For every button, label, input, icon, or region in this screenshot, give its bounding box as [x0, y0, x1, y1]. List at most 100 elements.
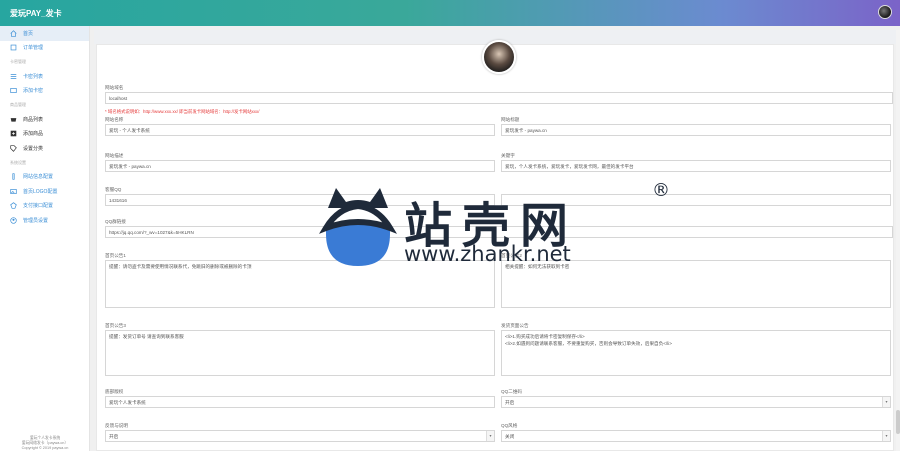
right-blank-label [501, 185, 891, 194]
footer-copyright-label: 底部版权 [105, 389, 124, 394]
delivery-notice-field: 发货页面公告 <li>1.购买成功后请将卡密复制保存</li> <li>2.如遇… [501, 321, 891, 376]
plus-icon [10, 130, 17, 137]
site-desc-input[interactable]: 爱玩发卡 - paywa.cn [105, 160, 495, 172]
site-title-label: 网站标题 [501, 117, 520, 122]
profile-avatar [482, 40, 516, 74]
brand-title[interactable]: 爱玩PAY_发卡 [10, 8, 62, 19]
sidebar-item-label: 网站信息配置 [23, 174, 54, 181]
sidebar-item[interactable]: 支付接口配置 [0, 199, 89, 214]
delivery-notice-label: 发货页面公告 [501, 323, 529, 328]
copy-switch-select[interactable]: 开启 ▾ [105, 430, 495, 442]
list-icon [10, 73, 17, 80]
copy-switch-value: 开启 [109, 434, 119, 439]
group-link-field: QQ群链接 https://jq.qq.com/?_wv=1027&k=5HKL… [105, 217, 893, 238]
pay-icon [10, 202, 17, 209]
sidebar-section-heading: 商品管理 [0, 98, 89, 112]
main-content: 网站域名 localhost * 域名格式说明如：http://www.xxx.… [94, 30, 896, 451]
qq-style-label: QQ风格 [501, 423, 518, 428]
top-navbar: 爱玩PAY_发卡 [0, 0, 900, 26]
order-icon [10, 44, 17, 51]
page-scrollbar[interactable] [896, 30, 900, 451]
qq-style-select[interactable]: 关闭 ▾ [501, 430, 891, 442]
footer-line: Copyright © 2019 paywa.cn [21, 446, 69, 450]
sidebar-item[interactable]: 卡密列表 [0, 69, 89, 84]
right-blank-field [501, 185, 891, 206]
sidebar-item[interactable]: 商品列表 [0, 112, 89, 127]
site-url-field: 网站域名 localhost [105, 83, 893, 104]
chevron-down-icon: ▾ [882, 397, 890, 407]
qq-label: 客服QQ [105, 187, 122, 192]
notice2-textarea[interactable]: 相关提醒：如何无法获取到卡密 [501, 260, 891, 308]
qq-input[interactable]: 1431616 [105, 194, 495, 206]
qq-style-field: QQ风格 关闭 ▾ [501, 421, 891, 442]
sidebar-section-label: 系统设置 [10, 159, 26, 165]
notice1-label: 首页公告1 [105, 253, 126, 258]
site-name-label: 网站名称 [105, 117, 124, 122]
qq-style-value: 关闭 [505, 434, 515, 439]
notice3-field: 首页公告3 提醒：发货订单号 请查询到联系客服 [105, 321, 495, 376]
site-desc-field: 网站描述 爱玩发卡 - paywa.cn [105, 151, 495, 172]
notice2-label: 首页公告2 [501, 253, 522, 258]
group-link-input[interactable]: https://jq.qq.com/?_wv=1027&k=5HKLRN [105, 226, 893, 238]
footer-copyright-input[interactable]: 爱玩个人发卡系统 [105, 396, 495, 408]
qq-field: 客服QQ 1431616 [105, 185, 495, 206]
add-icon [10, 87, 17, 94]
qq-switch-select[interactable]: 开启 ▾ [501, 396, 891, 408]
site-url-input[interactable]: localhost [105, 92, 893, 104]
site-desc-label: 网站描述 [105, 153, 124, 158]
sidebar-item-label: 订单管理 [23, 45, 44, 52]
footer-copyright-field: 底部版权 爱玩个人发卡系统 [105, 387, 495, 408]
settings-panel: 网站域名 localhost * 域名格式说明如：http://www.xxx.… [96, 40, 894, 451]
sidebar-item[interactable]: 首页 [0, 26, 89, 41]
sidebar-section-heading: 系统设置 [0, 156, 89, 170]
sidebar-item[interactable]: 订单管理 [0, 41, 89, 56]
notice2-field: 首页公告2 相关提醒：如何无法获取到卡密 [501, 251, 891, 308]
sidebar-item[interactable]: 管理员设置 [0, 213, 89, 228]
sidebar-footer: 爱玩个人发卡系统 爱玩网络发卡（paywa.cn） Copyright © 20… [0, 436, 90, 451]
group-link-label: QQ群链接 [105, 219, 126, 224]
chevron-down-icon: ▾ [486, 431, 494, 441]
keywords-field: 关键字 爱玩，个人发卡系统，爱玩发卡，爱玩发卡网，最佳的发卡平台 [501, 151, 891, 172]
user-avatar[interactable] [878, 5, 892, 19]
home-icon [10, 29, 17, 37]
sidebar: 首页订单管理卡密管理卡密列表添加卡密商品管理商品列表添加商品设置分类系统设置网站… [0, 26, 90, 451]
sidebar-item-label: 商品列表 [23, 116, 44, 123]
site-url-label: 网站域名 [105, 85, 124, 90]
sidebar-item-label: 添加卡密 [23, 88, 44, 95]
site-title-field: 网站标题 爱玩发卡 - paywa.cn [501, 115, 891, 136]
notice1-field: 首页公告1 提醒：请勿盗卡及需要使用情况联系代，免跳旧的删除或被删除的卡顶 [105, 251, 495, 308]
shop-icon [10, 116, 17, 123]
notice3-label: 首页公告3 [105, 323, 126, 328]
copy-switch-field: 反馈与说明 开启 ▾ [105, 421, 495, 442]
scrollbar-thumb[interactable] [896, 410, 900, 434]
qq-switch-label: QQ二维码 [501, 389, 522, 394]
site-title-input[interactable]: 爱玩发卡 - paywa.cn [501, 124, 891, 136]
tag-icon [10, 145, 17, 152]
site-name-input[interactable]: 爱玩 - 个人发卡系统 [105, 124, 495, 136]
sidebar-item[interactable]: 首页LOGO配置 [0, 184, 89, 199]
sidebar-item[interactable]: 添加商品 [0, 127, 89, 142]
notice3-textarea[interactable]: 提醒：发货订单号 请查询到联系客服 [105, 330, 495, 376]
sidebar-section-label: 卡密管理 [10, 59, 26, 64]
sidebar-section-heading: 卡密管理 [0, 55, 89, 69]
sidebar-item-label: 添加商品 [23, 131, 44, 138]
user-icon [10, 217, 17, 224]
sidebar-item-label: 卡密列表 [23, 73, 44, 80]
settings-icon [10, 173, 17, 180]
keywords-label: 关键字 [501, 153, 515, 158]
copy-switch-label: 反馈与说明 [105, 423, 128, 428]
notice1-textarea[interactable]: 提醒：请勿盗卡及需要使用情况联系代，免跳旧的删除或被删除的卡顶 [105, 260, 495, 308]
delivery-notice-textarea[interactable]: <li>1.购买成功后请将卡密复制保存</li> <li>2.如遇到问题请联系客… [501, 330, 891, 376]
sidebar-menu: 首页订单管理卡密管理卡密列表添加卡密商品管理商品列表添加商品设置分类系统设置网站… [0, 26, 89, 228]
sidebar-item-label: 设置分类 [23, 145, 44, 152]
sidebar-item-label: 首页 [23, 30, 34, 37]
sidebar-item[interactable]: 添加卡密 [0, 84, 89, 99]
sidebar-item[interactable]: 网站信息配置 [0, 170, 89, 185]
keywords-input[interactable]: 爱玩，个人发卡系统，爱玩发卡，爱玩发卡网，最佳的发卡平台 [501, 160, 891, 172]
right-blank-input[interactable] [501, 194, 891, 206]
sidebar-section-label: 商品管理 [10, 102, 26, 107]
chevron-down-icon: ▾ [882, 431, 890, 441]
sidebar-item-label: 首页LOGO配置 [23, 188, 58, 195]
sidebar-item[interactable]: 设置分类 [0, 141, 89, 156]
qq-switch-value: 开启 [505, 400, 515, 405]
